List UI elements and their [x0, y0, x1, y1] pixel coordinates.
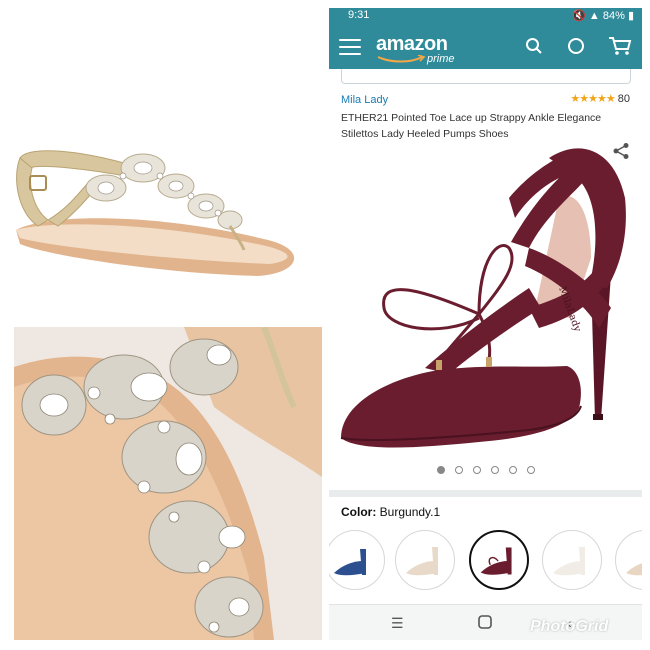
- sandal-photo: [8, 8, 322, 313]
- alexa-icon[interactable]: [567, 37, 585, 55]
- status-bar: 9:31 🔇 ▲ 84% ▮: [329, 8, 642, 24]
- app-header: amazon prime: [329, 24, 642, 69]
- search-box[interactable]: [341, 69, 631, 84]
- product-image[interactable]: MilaLady: [329, 138, 642, 458]
- tan-heel-thumbnail: [626, 563, 642, 576]
- amazon-app-screenshot: 9:31 🔇 ▲ 84% ▮ amazon prime Mila Lady ★★…: [329, 8, 642, 640]
- color-swatch-row: [329, 530, 642, 596]
- white-heel-thumbnail: [553, 547, 585, 576]
- carousel-dot[interactable]: [526, 466, 535, 474]
- beige-heel-thumbnail: [406, 547, 438, 576]
- battery-percent: 84%: [602, 10, 625, 22]
- image-carousel-dots[interactable]: [329, 466, 642, 474]
- color-selection: Color: Burgundy.1: [341, 505, 440, 519]
- carousel-dot[interactable]: [436, 466, 445, 474]
- color-label: Color:: [341, 505, 377, 519]
- swatch-tan[interactable]: [615, 530, 642, 590]
- signal-icon: ▲: [588, 10, 600, 22]
- carousel-dot[interactable]: [490, 466, 499, 474]
- color-value: Burgundy.1: [379, 505, 441, 519]
- photogrid-watermark: PhotoGrid: [530, 618, 609, 635]
- smile-arrow-icon: [377, 55, 426, 63]
- mute-icon: 🔇: [572, 10, 586, 22]
- swatch-white[interactable]: [542, 530, 602, 590]
- amazon-prime-logo[interactable]: amazon prime: [376, 33, 455, 65]
- logo-sub: prime: [427, 53, 455, 65]
- swatch-burgundy-selected[interactable]: [469, 530, 529, 590]
- section-divider: [329, 490, 642, 497]
- rating-summary[interactable]: ★★★★★ 80: [570, 92, 630, 105]
- status-time: 9:31: [348, 9, 370, 21]
- home-icon[interactable]: [477, 614, 493, 630]
- status-system-icons: 🔇 ▲ 84% ▮: [572, 9, 634, 22]
- sandal-closeup-illustration: [14, 327, 322, 640]
- carousel-dot[interactable]: [454, 466, 463, 474]
- menu-icon[interactable]: [339, 38, 361, 56]
- sandal-closeup-photo: [14, 327, 322, 640]
- cart-icon[interactable]: [608, 36, 632, 56]
- battery-icon: ▮: [627, 10, 634, 22]
- recent-apps-icon[interactable]: ☰: [391, 615, 404, 632]
- blue-heel-thumbnail: [334, 549, 366, 576]
- swatch-beige[interactable]: [395, 530, 455, 590]
- carousel-dot[interactable]: [508, 466, 517, 474]
- search-icon[interactable]: [525, 37, 543, 55]
- rating-count: 80: [617, 93, 630, 105]
- logo-word: amazon: [376, 33, 448, 55]
- swatch-blue[interactable]: [329, 530, 385, 590]
- brand-link[interactable]: Mila Lady: [341, 94, 388, 106]
- photo-collage: 9:31 🔇 ▲ 84% ▮ amazon prime Mila Lady ★★…: [0, 0, 650, 650]
- rating-stars: ★★★★★: [570, 93, 615, 105]
- burgundy-heel-thumbnail: [480, 547, 512, 575]
- carousel-dot[interactable]: [472, 466, 481, 474]
- sandal-illustration: [8, 8, 322, 313]
